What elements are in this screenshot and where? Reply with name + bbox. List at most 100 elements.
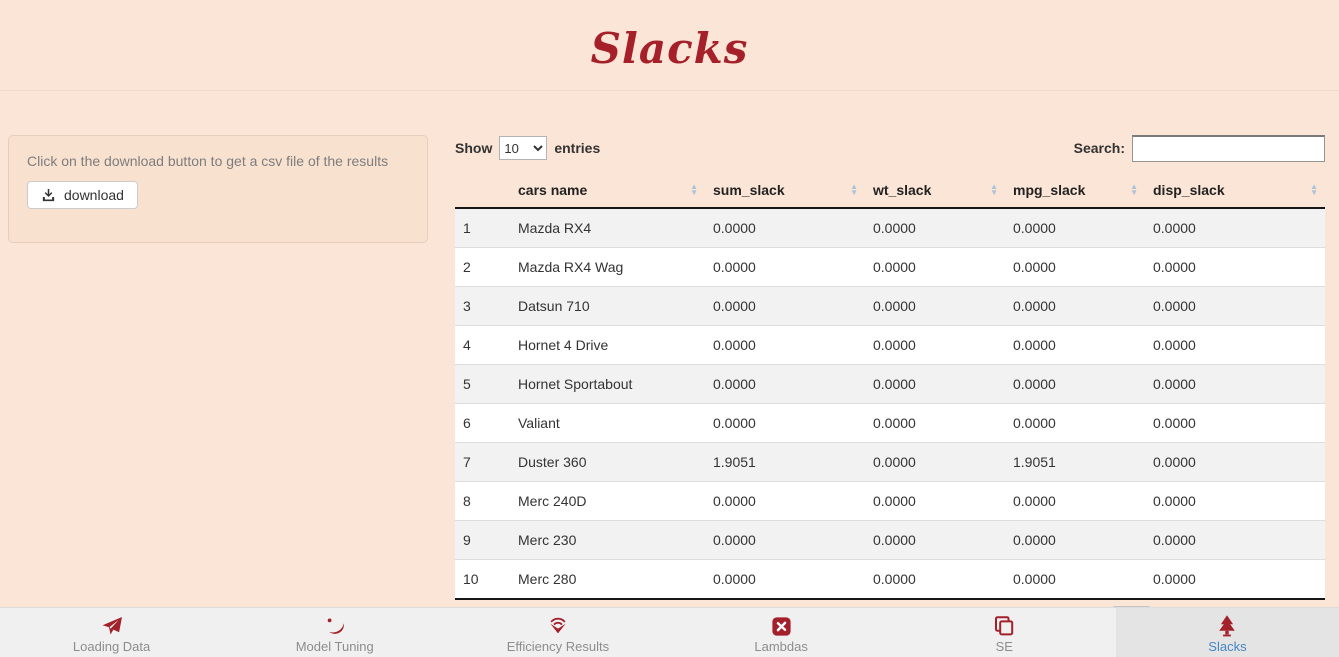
slack-value-cell: 0.0000	[865, 404, 1005, 443]
slack-value-cell: 0.0000	[865, 326, 1005, 365]
table-row: 10Merc 2800.00000.00000.00000.0000	[455, 560, 1325, 600]
slack-value-cell: 0.0000	[1005, 482, 1145, 521]
car-name-cell: Mazda RX4	[510, 208, 705, 248]
car-name-cell: Mazda RX4 Wag	[510, 248, 705, 287]
sort-arrows-icon: ▲▼	[850, 184, 858, 196]
row-index-cell: 10	[455, 560, 510, 600]
download-button[interactable]: download	[27, 181, 138, 209]
column-header-wt_slack[interactable]: wt_slack ▲▼	[865, 173, 1005, 208]
clone-icon	[992, 614, 1016, 638]
slack-value-cell: 1.9051	[705, 443, 865, 482]
show-label: Show	[455, 140, 492, 156]
car-name-cell: Merc 240D	[510, 482, 705, 521]
slack-value-cell: 0.0000	[865, 287, 1005, 326]
slacks-table: cars name▲▼sum_slack▲▼wt_slack▲▼mpg_slac…	[455, 173, 1325, 600]
tab-label: Slacks	[1208, 639, 1246, 654]
row-index-cell: 4	[455, 326, 510, 365]
slack-value-cell: 0.0000	[1145, 365, 1325, 404]
row-index-cell: 8	[455, 482, 510, 521]
car-name-cell: Hornet Sportabout	[510, 365, 705, 404]
slack-value-cell: 0.0000	[705, 287, 865, 326]
slack-value-cell: 0.0000	[1145, 404, 1325, 443]
table-row: 6Valiant0.00000.00000.00000.0000	[455, 404, 1325, 443]
column-header-disp_slack[interactable]: disp_slack▲▼	[1145, 173, 1325, 208]
lambda-square-icon	[770, 614, 793, 638]
column-label: cars name	[518, 182, 587, 198]
row-index-cell: 5	[455, 365, 510, 404]
sort-arrows-icon: ▲▼	[990, 184, 998, 196]
tab-se[interactable]: SE	[893, 608, 1116, 657]
row-index-cell: 2	[455, 248, 510, 287]
table-row: 5Hornet Sportabout0.00000.00000.00000.00…	[455, 365, 1325, 404]
tree-icon	[1215, 614, 1239, 638]
tab-label: Loading Data	[73, 639, 150, 654]
slack-value-cell: 0.0000	[865, 443, 1005, 482]
tab-loading-data[interactable]: Loading Data	[0, 608, 223, 657]
column-header-cars-name[interactable]: cars name ▲▼	[510, 173, 705, 208]
column-header-sum_slack[interactable]: sum_slack ▲▼	[705, 173, 865, 208]
table-row: 3Datsun 7100.00000.00000.00000.0000	[455, 287, 1325, 326]
download-instruction: Click on the download button to get a cs…	[27, 153, 409, 169]
tab-label: Lambdas	[754, 639, 807, 654]
car-name-cell: Merc 280	[510, 560, 705, 600]
tab-model-tuning[interactable]: Model Tuning	[223, 608, 446, 657]
row-index-cell: 9	[455, 521, 510, 560]
slack-value-cell: 0.0000	[1005, 326, 1145, 365]
entries-label: entries	[554, 140, 600, 156]
header-divider	[0, 90, 1339, 91]
slack-value-cell: 0.0000	[1005, 404, 1145, 443]
slack-value-cell: 0.0000	[1145, 208, 1325, 248]
slack-value-cell: 0.0000	[705, 560, 865, 600]
results-table-area: Show 10 entries Search: cars name▲▼sum_s…	[455, 133, 1325, 638]
column-header-mpg_slack[interactable]: mpg_slack ▲▼	[1005, 173, 1145, 208]
sort-arrows-icon: ▲▼	[1130, 184, 1138, 196]
slack-value-cell: 0.0000	[1005, 287, 1145, 326]
tab-label: Model Tuning	[296, 639, 374, 654]
table-header-row: cars name▲▼sum_slack▲▼wt_slack▲▼mpg_slac…	[455, 173, 1325, 208]
row-index-header	[455, 173, 510, 208]
column-label: sum_slack	[713, 182, 785, 198]
slack-value-cell: 0.0000	[705, 248, 865, 287]
table-row: 9Merc 2300.00000.00000.00000.0000	[455, 521, 1325, 560]
page-length-control: Show 10 entries	[455, 136, 600, 160]
table-row: 8Merc 240D0.00000.00000.00000.0000	[455, 482, 1325, 521]
slack-value-cell: 0.0000	[1145, 521, 1325, 560]
download-icon	[41, 188, 56, 203]
column-label: mpg_slack	[1013, 182, 1085, 198]
search-control: Search:	[1074, 135, 1325, 162]
car-name-cell: Hornet 4 Drive	[510, 326, 705, 365]
slack-value-cell: 0.0000	[865, 208, 1005, 248]
car-name-cell: Datsun 710	[510, 287, 705, 326]
slack-value-cell: 0.0000	[1145, 248, 1325, 287]
tab-label: SE	[996, 639, 1013, 654]
slack-value-cell: 0.0000	[1145, 326, 1325, 365]
sort-arrows-icon: ▲▼	[1310, 184, 1318, 196]
slack-value-cell: 0.0000	[705, 208, 865, 248]
tab-label: Efficiency Results	[507, 639, 609, 654]
row-index-cell: 6	[455, 404, 510, 443]
slack-value-cell: 0.0000	[705, 326, 865, 365]
tab-slacks[interactable]: Slacks	[1116, 608, 1339, 657]
slack-value-cell: 0.0000	[1005, 560, 1145, 600]
bottom-tab-bar: Loading Data Model Tuning Efficiency Resul…	[0, 607, 1339, 657]
row-index-cell: 3	[455, 287, 510, 326]
table-row: 4Hornet 4 Drive0.00000.00000.00000.0000	[455, 326, 1325, 365]
slack-value-cell: 0.0000	[1005, 521, 1145, 560]
column-label: wt_slack	[873, 182, 931, 198]
slack-value-cell: 0.0000	[1145, 560, 1325, 600]
paper-plane-icon	[100, 614, 124, 638]
crescent-icon	[323, 614, 347, 638]
slack-value-cell: 0.0000	[865, 560, 1005, 600]
page-length-select[interactable]: 10	[499, 136, 547, 160]
tab-efficiency-results[interactable]: Efficiency Results	[446, 608, 669, 657]
row-index-cell: 1	[455, 208, 510, 248]
tab-lambdas[interactable]: Lambdas	[670, 608, 893, 657]
slack-value-cell: 0.0000	[1005, 248, 1145, 287]
sort-arrows-icon: ▲▼	[690, 184, 698, 196]
slack-value-cell: 0.0000	[865, 248, 1005, 287]
slack-value-cell: 0.0000	[865, 521, 1005, 560]
table-row: 7Duster 3601.90510.00001.90510.0000	[455, 443, 1325, 482]
row-index-cell: 7	[455, 443, 510, 482]
search-input[interactable]	[1132, 135, 1325, 162]
slack-value-cell: 0.0000	[705, 365, 865, 404]
